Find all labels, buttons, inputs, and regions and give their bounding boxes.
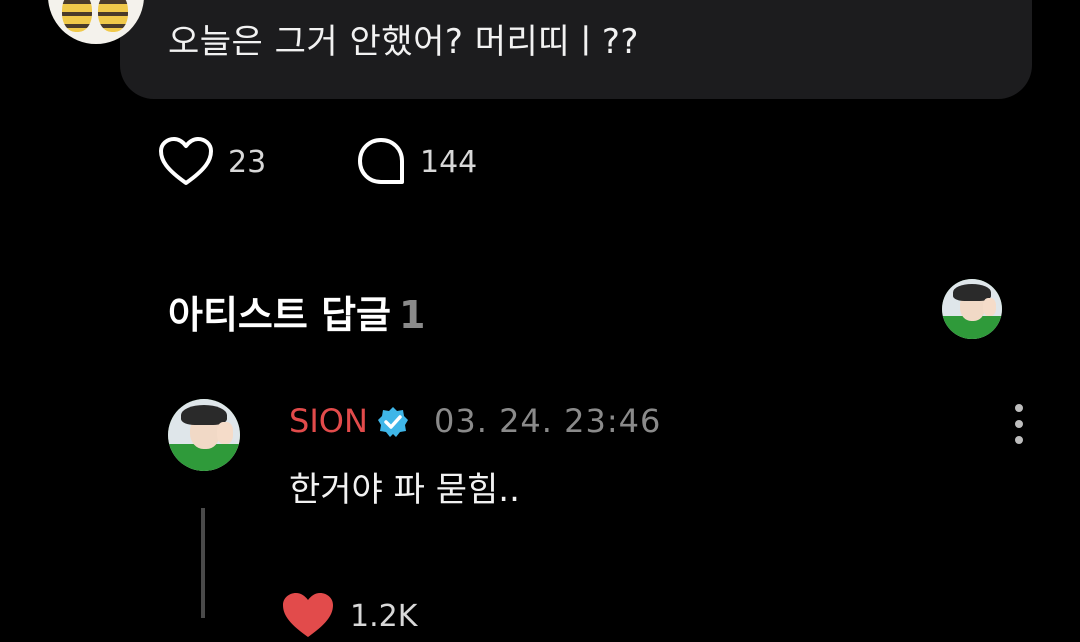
- more-dot: [1015, 404, 1023, 412]
- artist-avatar-small[interactable]: [942, 279, 1002, 339]
- heart-filled-icon: [283, 593, 333, 637]
- bee-illustration-right: [98, 0, 128, 32]
- more-dot: [1015, 436, 1023, 444]
- reply-timestamp: 03. 24. 23:46: [434, 402, 662, 440]
- speech-bubble-icon: [358, 138, 404, 184]
- like-button[interactable]: 23: [158, 136, 266, 188]
- bee-illustration-left: [62, 0, 92, 32]
- reply-author-name[interactable]: SION: [289, 402, 368, 440]
- reply-like-button[interactable]: 1.2K: [280, 590, 417, 642]
- heart-outline-icon: [159, 137, 213, 185]
- comment-text: 오늘은 그거 안했어? 머리띠ㅣ??: [168, 22, 639, 62]
- reply-author-avatar[interactable]: [168, 399, 240, 471]
- artist-replies-title: 아티스트 답글: [168, 293, 391, 337]
- comment-count: 144: [420, 144, 478, 180]
- artist-replies-heading: 아티스트 답글 1: [168, 284, 425, 339]
- verified-badge-icon: [378, 407, 408, 437]
- reply-like-count: 1.2K: [350, 598, 418, 634]
- comment-button[interactable]: 144: [356, 136, 477, 188]
- more-vertical-icon[interactable]: [1004, 402, 1034, 446]
- thread-line: [201, 508, 205, 618]
- reply-text: 한거야 파 묻힘..: [289, 470, 520, 510]
- more-dot: [1015, 420, 1023, 428]
- like-count: 23: [228, 144, 267, 180]
- artist-replies-count: 1: [399, 293, 426, 337]
